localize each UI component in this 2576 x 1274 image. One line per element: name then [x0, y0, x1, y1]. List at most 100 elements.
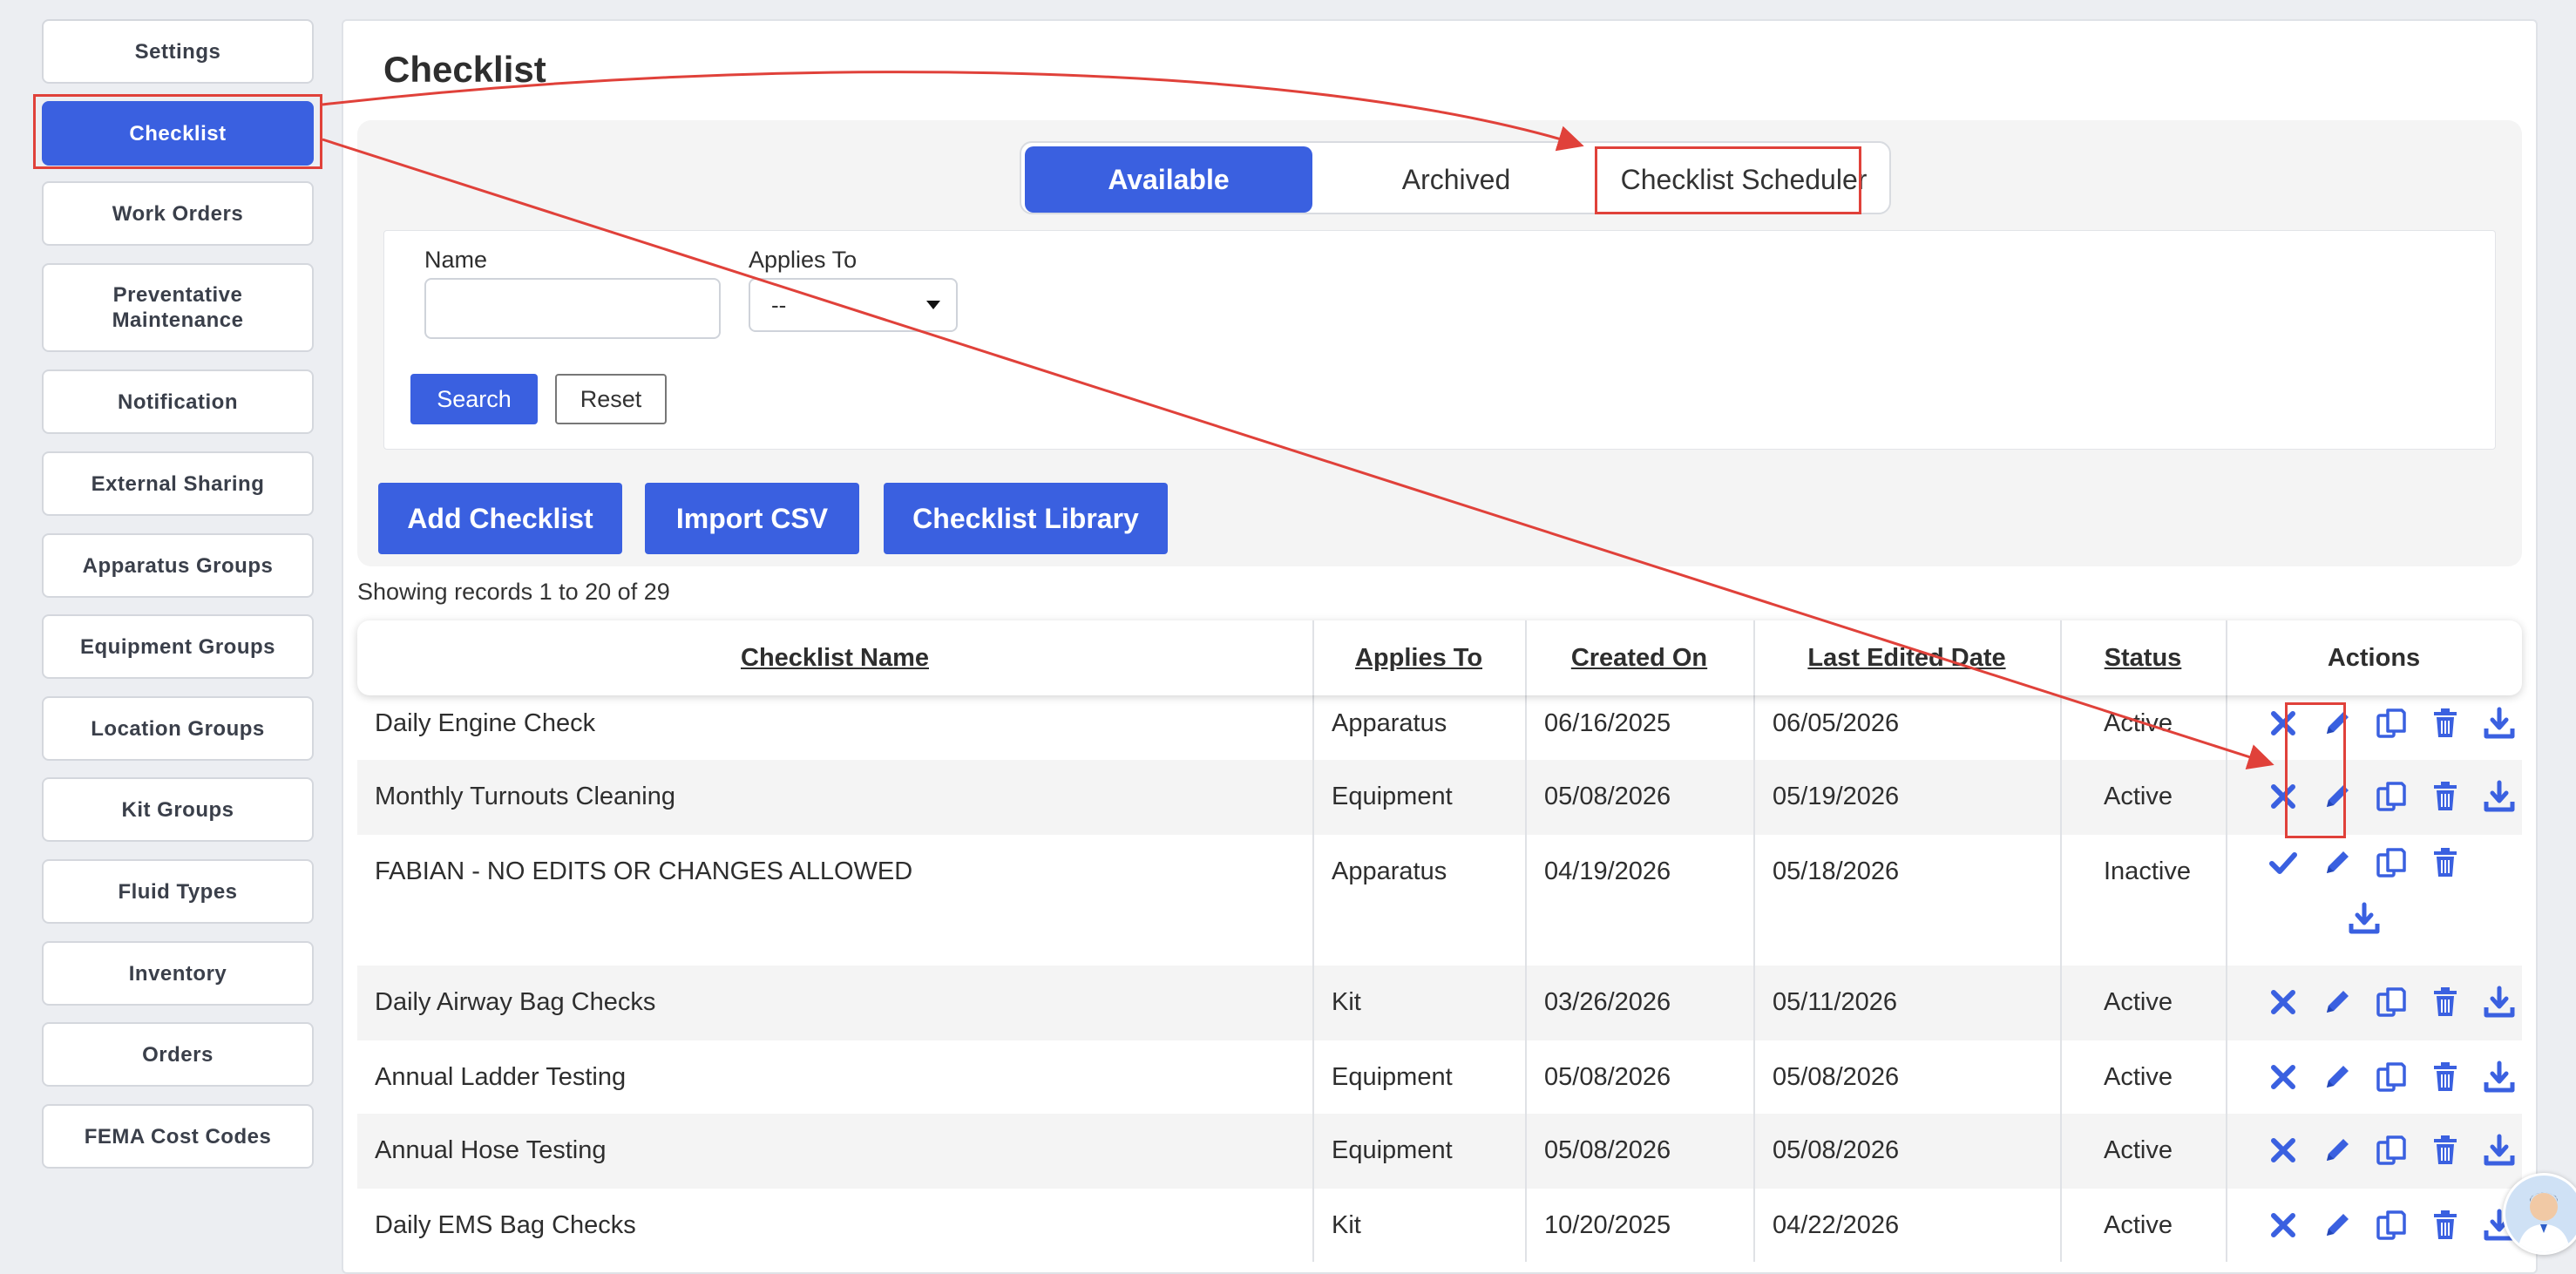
sidebar-item-label: Kit Groups — [121, 797, 234, 822]
column-divider — [2060, 760, 2062, 835]
copy-icon[interactable] — [2374, 845, 2409, 880]
sidebar-item-external-sharing[interactable]: External Sharing — [42, 451, 314, 516]
deactivate-icon[interactable] — [2266, 1060, 2301, 1094]
column-divider — [2226, 687, 2227, 760]
copy-icon[interactable] — [2374, 1133, 2409, 1168]
checklist-library-button[interactable]: Checklist Library — [884, 483, 1168, 554]
sidebar-item-fluid-types[interactable]: Fluid Types — [42, 859, 314, 924]
copy-icon[interactable] — [2374, 706, 2409, 741]
cell-applies-to: Equipment — [1332, 782, 1453, 810]
column-divider — [2226, 1189, 2227, 1262]
sidebar-item-label: Location Groups — [91, 716, 265, 741]
download-icon[interactable] — [2482, 779, 2517, 814]
download-icon[interactable] — [2347, 901, 2382, 936]
records-count: Showing records 1 to 20 of 29 — [357, 579, 670, 605]
reset-button[interactable]: Reset — [555, 374, 667, 424]
add-checklist-button[interactable]: Add Checklist — [378, 483, 622, 554]
sidebar-item-inventory[interactable]: Inventory — [42, 941, 314, 1006]
sidebar-item-apparatus-groups[interactable]: Apparatus Groups — [42, 533, 314, 598]
deactivate-icon[interactable] — [2266, 779, 2301, 814]
sidebar-item-label: Notification — [118, 390, 238, 414]
row-actions — [2261, 845, 2487, 936]
sidebar-item-work-orders[interactable]: Work Orders — [42, 181, 314, 246]
sidebar-item-equipment-groups[interactable]: Equipment Groups — [42, 614, 314, 679]
pencil-icon[interactable] — [2320, 985, 2355, 1020]
download-icon[interactable] — [2482, 1133, 2517, 1168]
pencil-icon[interactable] — [2320, 779, 2355, 814]
deactivate-icon[interactable] — [2266, 706, 2301, 741]
deactivate-icon[interactable] — [2266, 1133, 2301, 1168]
header-status[interactable]: Status — [2060, 620, 2226, 695]
cell-checklist-name: Annual Hose Testing — [375, 1135, 607, 1164]
sidebar-item-location-groups[interactable]: Location Groups — [42, 696, 314, 761]
copy-icon[interactable] — [2374, 985, 2409, 1020]
cell-checklist-name: Daily Engine Check — [375, 708, 596, 737]
cell-last-edited: 05/18/2026 — [1773, 857, 1900, 885]
applies-to-select[interactable]: -- — [749, 278, 958, 332]
sidebar-item-notification[interactable]: Notification — [42, 369, 314, 434]
pencil-icon[interactable] — [2320, 1060, 2355, 1094]
sidebar-item-preventative-maintenance[interactable]: Preventative Maintenance — [42, 263, 314, 352]
copy-icon[interactable] — [2374, 779, 2409, 814]
copy-icon[interactable] — [2374, 1060, 2409, 1094]
sidebar-item-label: Apparatus Groups — [82, 553, 274, 578]
sidebar-item-kit-groups[interactable]: Kit Groups — [42, 777, 314, 842]
header-checklist-name[interactable]: Checklist Name — [357, 620, 1312, 695]
trash-icon[interactable] — [2428, 706, 2463, 741]
trash-icon[interactable] — [2428, 1133, 2463, 1168]
trash-icon[interactable] — [2428, 1060, 2463, 1094]
cell-status: Active — [2104, 1062, 2173, 1091]
pencil-icon[interactable] — [2320, 845, 2355, 880]
deactivate-icon[interactable] — [2266, 985, 2301, 1020]
search-form: Name Applies To -- Search Reset — [383, 230, 2496, 450]
cell-checklist-name: Annual Ladder Testing — [375, 1062, 627, 1091]
row-actions — [2266, 1133, 2536, 1168]
pencil-icon[interactable] — [2320, 1133, 2355, 1168]
trash-icon[interactable] — [2428, 1208, 2463, 1243]
column-divider — [2060, 966, 2062, 1040]
copy-icon[interactable] — [2374, 1208, 2409, 1243]
support-avatar[interactable] — [2503, 1173, 2576, 1255]
sidebar-item-fema-cost-codes[interactable]: FEMA Cost Codes — [42, 1104, 314, 1169]
download-icon[interactable] — [2482, 985, 2517, 1020]
cell-checklist-name: FABIAN - NO EDITS OR CHANGES ALLOWED — [375, 857, 913, 885]
sidebar-item-settings[interactable]: Settings — [42, 19, 314, 84]
column-divider — [1312, 1040, 1314, 1114]
tab-checklist-scheduler[interactable]: Checklist Scheduler — [1600, 146, 1888, 213]
download-icon[interactable] — [2482, 1060, 2517, 1094]
pencil-icon[interactable] — [2320, 706, 2355, 741]
cell-last-edited: 06/05/2026 — [1773, 708, 1900, 737]
search-button[interactable]: Search — [410, 374, 538, 424]
sidebar-item-label: FEMA Cost Codes — [84, 1124, 272, 1149]
column-divider — [1753, 835, 1755, 966]
column-divider — [1312, 1189, 1314, 1262]
download-icon[interactable] — [2482, 706, 2517, 741]
header-last-edited-date[interactable]: Last Edited Date — [1753, 620, 2060, 695]
column-divider — [1525, 835, 1527, 966]
row-actions — [2266, 1208, 2536, 1243]
trash-icon[interactable] — [2428, 845, 2463, 880]
sidebar-item-checklist[interactable]: Checklist — [42, 101, 314, 166]
trash-icon[interactable] — [2428, 985, 2463, 1020]
column-divider — [1753, 1114, 1755, 1189]
pencil-icon[interactable] — [2320, 1208, 2355, 1243]
header-created-on[interactable]: Created On — [1525, 620, 1753, 695]
deactivate-icon[interactable] — [2266, 1208, 2301, 1243]
tab-available[interactable]: Available — [1025, 146, 1312, 213]
trash-icon[interactable] — [2428, 779, 2463, 814]
import-csv-button[interactable]: Import CSV — [645, 483, 859, 554]
cell-created-on: 06/16/2025 — [1544, 708, 1671, 737]
sidebar: Settings Checklist Work Orders Preventat… — [0, 0, 336, 1253]
table-row: Daily Engine Check Apparatus 06/16/2025 06/… — [357, 687, 2522, 760]
sidebar-item-orders[interactable]: Orders — [42, 1022, 314, 1087]
tab-archived[interactable]: Archived — [1312, 146, 1600, 213]
sidebar-item-label: Fluid Types — [118, 879, 238, 904]
cell-checklist-name: Monthly Turnouts Cleaning — [375, 782, 675, 810]
column-divider — [2060, 1114, 2062, 1189]
header-applies-to[interactable]: Applies To — [1312, 620, 1525, 695]
sidebar-item-label: External Sharing — [91, 471, 265, 496]
name-input[interactable] — [424, 278, 721, 339]
column-divider — [1525, 966, 1527, 1040]
activate-icon[interactable] — [2266, 845, 2301, 880]
column-divider — [1753, 1040, 1755, 1114]
